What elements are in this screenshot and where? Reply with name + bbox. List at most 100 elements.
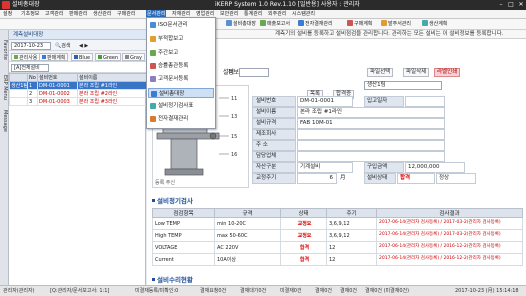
theme-blue-button[interactable]: Blue (71, 53, 94, 61)
col-code[interactable]: 설비번호 (37, 73, 78, 82)
dropdown-item-nonconform[interactable]: 부적합보고 (148, 34, 214, 44)
dropdown-item-approval[interactable]: 전자결재관리 (148, 114, 214, 124)
search-button[interactable]: 🔍검색 (55, 42, 70, 50)
equip-name-field[interactable]: 본라 조립 #1라인 (297, 107, 445, 118)
file-select-button[interactable]: 파일선택 (367, 68, 394, 77)
minimize-button[interactable]: – (496, 0, 506, 10)
address-field[interactable] (297, 140, 445, 151)
vtab-erp-menu[interactable]: ERP Menu (1, 75, 8, 100)
equip-no-field[interactable]: DM-01-0001 (297, 96, 353, 107)
close-button[interactable]: ✕ (516, 0, 526, 10)
status-item: 결재0건 (미결재0건) (365, 288, 410, 294)
label-print-button[interactable]: 라벨인쇄 (434, 68, 461, 77)
tb-purchase-plan[interactable]: 구매계획 (347, 20, 372, 29)
left-toolbar-2: 관리사용 판매계획 Blue Green Gray (9, 51, 146, 62)
tb-production-plan[interactable]: 생산계획 (422, 20, 447, 29)
manager-field[interactable] (297, 151, 445, 162)
tb-order[interactable]: 발주서관리 (381, 20, 411, 29)
cycle-field[interactable]: 6 (297, 173, 337, 184)
main-toolbar: 설비총대장 매출보고서 전자결재관리 구매계획 발주서관리 생산계획 (0, 19, 526, 30)
nav-buttons[interactable]: ◀ ▶ (79, 42, 88, 50)
photo-caption: 등록 주신 (155, 180, 175, 186)
title-bar: 설비총대장 iKERP System 1.0 Rev.1.10 [일반용] 사용… (0, 0, 526, 10)
menu-bar: 설정 기초정보 고객관리 판매관리 생산관리 구매관리 문서관리 자재관리 영업… (0, 10, 526, 19)
spec-field[interactable]: FAB 10M-01 (297, 118, 445, 129)
row-equip-no: 설비번호 DM-01-0001 입고일자 (252, 96, 522, 107)
warning-icon (150, 36, 156, 42)
asset-select[interactable]: 기계설비 (297, 162, 353, 173)
menu-sales[interactable]: 판매관리 (69, 10, 87, 19)
inspection-header: 점검항목 규격 상태 주기 검사결과 (152, 208, 523, 218)
table-row[interactable]: 3 DM-01-0003 본라 조립 #3라인 (9, 97, 147, 106)
tb-equipment-ledger[interactable]: 설비총대장 (226, 20, 256, 29)
left-tab-title[interactable]: 계측설비대장 (13, 31, 43, 39)
table-row[interactable]: High TEMP max 50-60C 교정요 3,6,9,12 2017-0… (152, 229, 523, 242)
maximize-button[interactable]: □ (506, 0, 516, 10)
dropdown-item-customer-doc[interactable]: 고객문서등록 (148, 74, 214, 84)
table-row[interactable]: Current 10A이상 합격 12 2017-06-14(관리자 검사등록)… (152, 253, 523, 266)
left-panel: 계측설비대장 2017-10-23 🔍검색 ◀ ▶ 관리사용 판매계획 Blue… (9, 30, 147, 285)
vtab-favorite[interactable]: Favorite (1, 40, 8, 60)
row-asset: 자산구분 기계설비 구입금액 12,000,000 (252, 162, 522, 173)
col-name[interactable]: 설비이름 (77, 73, 147, 82)
col-group (9, 73, 28, 82)
row-maker: 제조회사 (252, 129, 522, 140)
vertical-tabs: Favorite ERP Menu Message (0, 30, 9, 285)
info-input[interactable] (239, 68, 269, 77)
status-user: 관리자(관리자) (3, 288, 35, 294)
tb-approval[interactable]: 전자결재관리 (298, 20, 333, 29)
team-select[interactable]: 생산1팀 (364, 81, 442, 90)
theme-green-button[interactable]: Green (95, 53, 122, 61)
status-item: 미결재등록/미확인:0 (135, 288, 179, 294)
dropdown-item-equipment-ledger[interactable]: 설비총대장 (148, 88, 214, 98)
swatch-green-icon (98, 55, 102, 59)
vtab-message[interactable]: Message (1, 110, 8, 132)
menu-security[interactable]: 보안관리 (220, 10, 238, 19)
theme-gray-button[interactable]: Gray (122, 53, 145, 61)
equipment-filter-select[interactable]: [A]전체설비 (11, 64, 49, 72)
report-icon (260, 20, 266, 26)
table-row[interactable]: VOLTAGE AC 220V 합격 12 2017-06-14(관리자 검사등… (152, 241, 523, 254)
cart-icon (347, 20, 353, 26)
menu-outsource[interactable]: 외주관리 (268, 10, 286, 19)
table-row[interactable]: 2 DM-01-0002 본라 조립 #2라인 (9, 89, 147, 98)
status-select[interactable]: 정상 (436, 173, 476, 184)
plan-icon (422, 20, 428, 26)
dropdown-item-weekly[interactable]: 주간보고 (148, 48, 214, 58)
maker-field[interactable] (297, 129, 445, 140)
dropdown-item-iso[interactable]: ISO문서관리 (148, 20, 214, 30)
stamp-icon (150, 116, 156, 122)
menu-customer[interactable]: 고객관리 (45, 10, 63, 19)
dropdown-item-rate[interactable]: 승률총관등록 (148, 61, 214, 71)
menu-basic-info[interactable]: 기초정보 (21, 10, 39, 19)
menu-system[interactable]: 시스템관리 (292, 10, 315, 19)
table-row[interactable]: 생산1팀 1 DM-01-0001 본라 조립 #1라인 (9, 81, 147, 90)
col-no[interactable]: No (27, 73, 38, 82)
menu-production[interactable]: 생산관리 (93, 10, 111, 19)
use-button[interactable]: 관리사용 (11, 53, 41, 61)
tb-sales-report[interactable]: 매출보고서 (260, 20, 290, 29)
price-field[interactable]: 12,000,000 (405, 162, 465, 173)
menu-statistics[interactable]: 통계관리 (244, 10, 262, 19)
file-delete-button[interactable]: 파일삭제 (403, 68, 430, 77)
status-field[interactable]: 합격 (397, 173, 435, 184)
row-cycle: 교정주기 6 月 설비상태 합격 정상 (252, 173, 522, 184)
order-icon (381, 20, 387, 26)
menu-purchase[interactable]: 구매관리 (117, 10, 135, 19)
menu-settings[interactable]: 설정 (3, 10, 12, 19)
dropdown-item-periodic-inspection[interactable]: 설비정기검사표 (148, 101, 214, 111)
svg-text:11: 11 (231, 96, 237, 102)
folder-icon (150, 76, 156, 82)
approval-icon (298, 20, 304, 26)
row-spec: 설비규격 FAB 10M-01 (252, 118, 522, 129)
table-row[interactable]: Low TEMP min 10-20C 교정요 3,6,9,12 2017-06… (152, 217, 523, 230)
left-tab-header: 계측설비대장 (9, 30, 146, 40)
date-picker[interactable]: 2017-10-23 (11, 42, 51, 50)
sales-plan-button[interactable]: 판매계획 (39, 53, 69, 61)
swatch-blue-icon (74, 55, 78, 59)
swatch-gray-icon (125, 55, 129, 59)
svg-text:15: 15 (231, 134, 237, 140)
svg-text:13: 13 (231, 114, 237, 120)
checklist-icon (150, 103, 156, 109)
in-date-field[interactable] (405, 96, 445, 107)
